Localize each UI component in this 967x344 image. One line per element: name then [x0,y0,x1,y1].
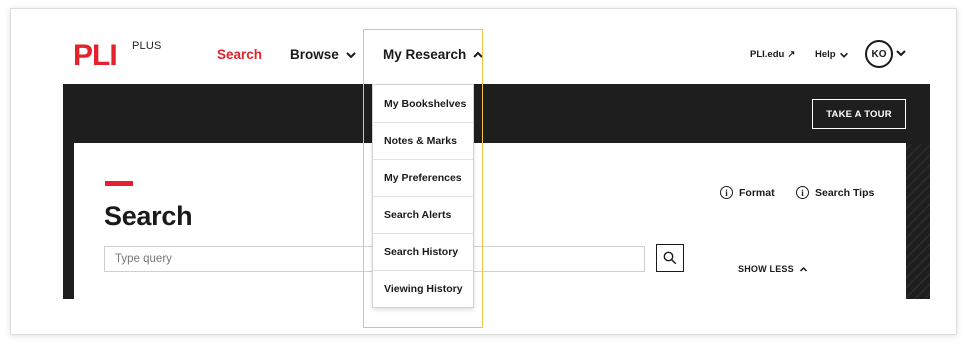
search-tips-label: Search Tips [815,186,875,199]
search-tips-link[interactable]: i Search Tips [796,186,874,199]
help-menu[interactable]: Help [815,49,849,60]
pli-edu-label: PLI.edu [750,49,785,60]
my-research-dropdown: My Bookshelves Notes & Marks My Preferen… [372,84,474,308]
app-window: PLI PLUS Search Browse My Research PLI.e… [10,8,957,335]
pli-edu-link[interactable]: PLI.edu ↗ [750,49,795,60]
nav-browse-label: Browse [290,47,339,62]
format-link[interactable]: i Format [720,186,775,199]
search-button[interactable] [656,244,684,272]
menu-item-my-preferences[interactable]: My Preferences [373,159,473,196]
show-less-label: SHOW LESS [738,264,794,274]
show-less-toggle[interactable]: SHOW LESS [738,264,808,274]
menu-item-my-bookshelves[interactable]: My Bookshelves [373,85,473,122]
nav-my-research-label: My Research [383,47,467,62]
info-icon: i [796,186,809,199]
external-link-icon: ↗ [787,49,796,60]
logo-suffix: PLUS [132,40,162,52]
chevron-down-icon [839,52,848,58]
chevron-down-icon [346,51,356,58]
menu-item-search-alerts[interactable]: Search Alerts [373,196,473,233]
nav-browse[interactable]: Browse [290,47,357,62]
help-label: Help [815,49,836,60]
accent-bar [105,181,133,186]
chevron-up-icon [473,51,484,58]
user-avatar[interactable]: KO [865,40,893,68]
menu-item-notes-marks[interactable]: Notes & Marks [373,122,473,159]
page-title: Search [104,201,193,231]
search-card: Search i Format i Search Tips SHOW LESS [74,143,906,299]
nav-search[interactable]: Search [217,47,262,62]
user-initials: KO [871,48,887,60]
logo-text: PLI [73,39,118,72]
pli-plus-logo[interactable]: PLI PLUS [73,40,161,71]
chevron-up-icon [799,266,807,272]
menu-item-search-history[interactable]: Search History [373,233,473,270]
nav-my-research[interactable]: My Research [383,47,484,62]
search-icon [663,251,677,265]
info-icon: i [720,186,733,199]
account-chevron-down-icon[interactable] [895,47,907,59]
nav-search-label: Search [217,47,263,62]
take-a-tour-button[interactable]: TAKE A TOUR [812,99,906,129]
menu-item-viewing-history[interactable]: Viewing History [373,270,473,307]
format-label: Format [739,186,775,199]
